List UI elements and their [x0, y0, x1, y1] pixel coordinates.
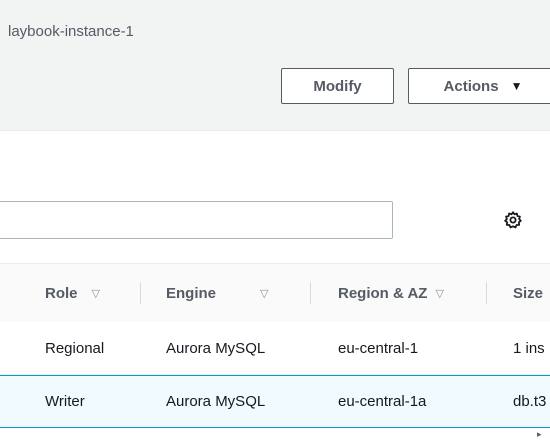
scroll-right-icon[interactable]: ▸: [537, 429, 542, 440]
cell-engine: Aurora MySQL: [166, 339, 266, 357]
column-divider[interactable]: [486, 282, 487, 304]
cell-region-az: eu-central-1: [338, 339, 419, 357]
cell-role: Writer: [45, 393, 85, 410]
modify-button[interactable]: Modify: [281, 68, 394, 104]
column-divider[interactable]: [310, 282, 311, 304]
sort-icon[interactable]: ▽: [435, 287, 443, 300]
caret-down-icon: ▼: [510, 79, 523, 93]
sort-icon[interactable]: ▽: [92, 287, 100, 300]
cell-engine: Aurora MySQL: [166, 393, 266, 410]
column-divider[interactable]: [140, 282, 141, 304]
actions-button[interactable]: Actions ▼: [408, 68, 550, 104]
sort-icon[interactable]: ▽: [260, 287, 268, 300]
table-header: Role ▽ Engine ▽ Region & AZ ▽ Size: [0, 263, 550, 323]
cell-role: Regional: [45, 339, 105, 357]
modify-button-label: Modify: [313, 77, 362, 95]
column-header-size[interactable]: Size: [513, 264, 543, 322]
cell-size: 1 ins: [513, 339, 545, 357]
column-header-engine[interactable]: Engine ▽: [166, 264, 268, 322]
table-row[interactable]: Regional Aurora MySQL eu-central-1 1 ins: [0, 322, 550, 375]
column-header-role[interactable]: Role ▽: [45, 264, 100, 322]
page-header: laybook-instance-1 Modify Actions ▼: [0, 0, 550, 130]
instance-title: laybook-instance-1: [8, 23, 134, 40]
search-input[interactable]: [0, 201, 393, 239]
column-header-region-az[interactable]: Region & AZ ▽: [338, 264, 444, 322]
gear-icon[interactable]: [503, 210, 523, 230]
cell-region-az: eu-central-1a: [338, 393, 427, 410]
cell-size: db.t3: [513, 393, 547, 410]
actions-button-label: Actions: [443, 77, 499, 95]
horizontal-scrollbar[interactable]: ▸: [0, 428, 550, 443]
table-row-selected[interactable]: Writer Aurora MySQL eu-central-1a db.t3: [0, 375, 550, 428]
